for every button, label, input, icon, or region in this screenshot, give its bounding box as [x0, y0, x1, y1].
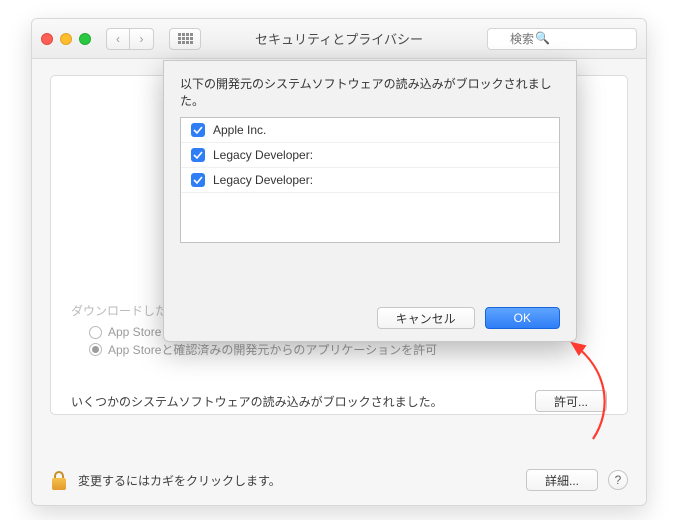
blocked-software-text: いくつかのシステムソフトウェアの読み込みがブロックされました。 [71, 393, 523, 410]
blocked-developers-sheet: 以下の開発元のシステムソフトウェアの読み込みがブロックされました。 Apple … [163, 60, 577, 342]
list-item-label: Legacy Developer: [213, 173, 313, 187]
radio-icon [89, 343, 102, 356]
radio-icon [89, 326, 102, 339]
preferences-window: ‹ › セキュリティとプライバシー 🔍 ダウンロードしたアプリケーションの実行許… [31, 18, 647, 506]
allow-button[interactable]: 許可... [535, 390, 607, 412]
search-wrap: 🔍 [487, 28, 637, 50]
list-item-label: Legacy Developer: [213, 148, 313, 162]
blocked-software-row: いくつかのシステムソフトウェアの読み込みがブロックされました。 許可... [71, 390, 607, 412]
list-item[interactable]: Legacy Developer: [181, 143, 559, 168]
search-input[interactable] [487, 28, 637, 50]
nav-buttons: ‹ › [106, 28, 154, 50]
window-titlebar: ‹ › セキュリティとプライバシー 🔍 [32, 19, 646, 59]
zoom-window-button[interactable] [79, 33, 91, 45]
list-item[interactable] [181, 193, 559, 217]
checkbox-checked-icon[interactable] [191, 148, 205, 162]
list-item-label: Apple Inc. [213, 123, 266, 137]
radio-identified-label: App Storeと確認済みの開発元からのアプリケーションを許可 [108, 341, 437, 358]
list-item[interactable]: Legacy Developer: [181, 168, 559, 193]
close-window-button[interactable] [41, 33, 53, 45]
cancel-button[interactable]: キャンセル [377, 307, 475, 329]
back-button[interactable]: ‹ [106, 28, 130, 50]
traffic-lights [41, 33, 91, 45]
radio-appstore-label: App Store [108, 325, 161, 339]
ok-button[interactable]: OK [485, 307, 560, 329]
lock-text: 変更するにはカギをクリックします。 [78, 472, 516, 489]
radio-identified[interactable]: App Storeと確認済みの開発元からのアプリケーションを許可 [89, 341, 607, 358]
developers-listbox[interactable]: Apple Inc. Legacy Developer: Legacy Deve… [180, 117, 560, 243]
help-button[interactable]: ? [608, 470, 628, 490]
sheet-buttons: キャンセル OK [377, 307, 560, 329]
checkbox-checked-icon[interactable] [191, 123, 205, 137]
list-item[interactable]: Apple Inc. [181, 118, 559, 143]
sheet-message: 以下の開発元のシステムソフトウェアの読み込みがブロックされました。 [180, 75, 560, 109]
checkbox-checked-icon[interactable] [191, 173, 205, 187]
minimize-window-button[interactable] [60, 33, 72, 45]
grid-icon [178, 33, 193, 44]
forward-button[interactable]: › [130, 28, 154, 50]
window-footer: 変更するにはカギをクリックします。 詳細... ? [50, 469, 628, 491]
lock-icon[interactable] [50, 469, 68, 491]
show-all-button[interactable] [169, 28, 201, 50]
advanced-button[interactable]: 詳細... [526, 469, 598, 491]
search-icon: 🔍 [535, 31, 550, 45]
